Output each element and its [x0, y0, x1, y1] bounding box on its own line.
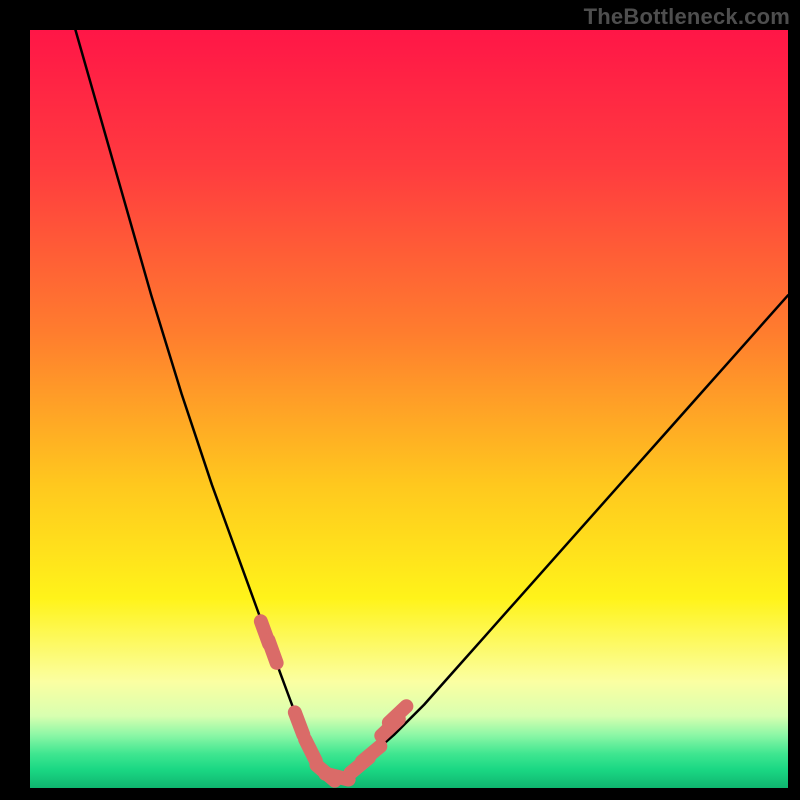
highlight-dash — [268, 640, 276, 663]
bottleneck-chart — [30, 30, 788, 788]
watermark-text: TheBottleneck.com — [584, 4, 790, 30]
gradient-background — [30, 30, 788, 788]
highlight-dash — [305, 739, 316, 760]
highlight-dash — [295, 712, 303, 734]
chart-frame: TheBottleneck.com — [0, 0, 800, 800]
